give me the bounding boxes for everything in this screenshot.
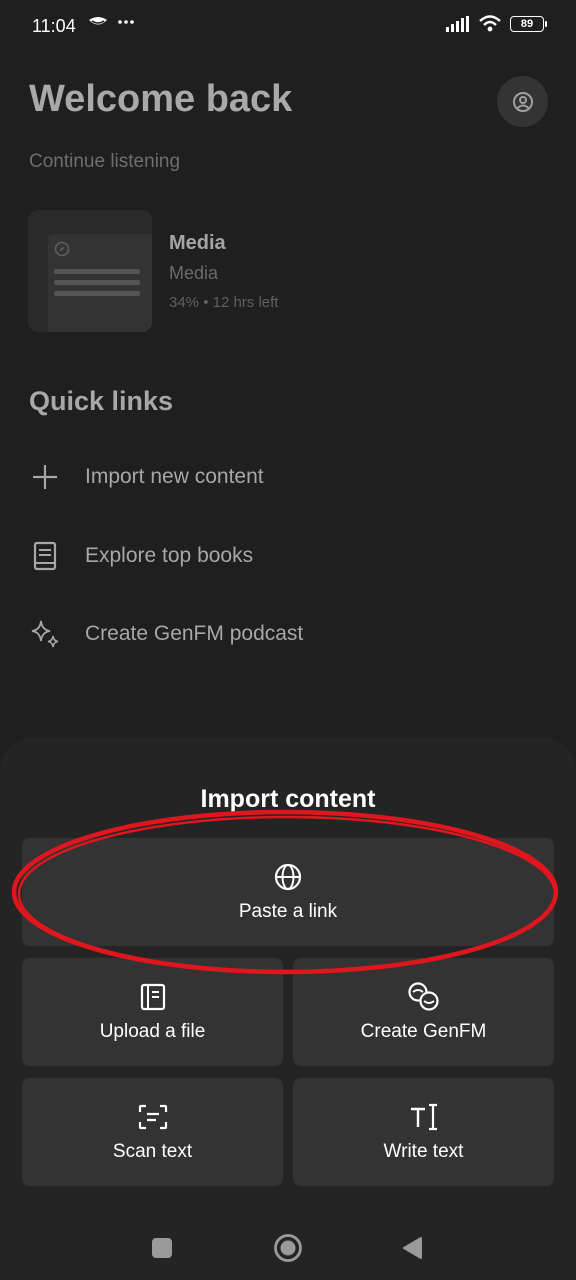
quick-link-import[interactable]: Import new content (29, 457, 264, 497)
media-subtitle: Media (169, 263, 219, 283)
home-button[interactable] (268, 1228, 308, 1268)
create-genfm-button[interactable]: Create GenFM (293, 958, 554, 1066)
media-thumbnail (28, 210, 152, 332)
scan-text-icon (138, 1102, 168, 1132)
upload-file-button[interactable]: Upload a file (22, 958, 283, 1066)
page-title: Welcome back (29, 78, 293, 120)
quick-link-label: Explore top books (85, 544, 254, 567)
continue-listening-card[interactable]: Media Media 34% • 12 hrs left (28, 210, 468, 334)
create-genfm-label: Create GenFM (360, 1020, 487, 1042)
profile-button[interactable] (497, 76, 548, 127)
write-text-label: Write text (383, 1140, 464, 1162)
sparkle-icon (29, 618, 61, 650)
back-triangle-icon (403, 1237, 422, 1259)
continue-listening-heading: Continue listening (29, 151, 181, 172)
quick-links-heading: Quick links (29, 386, 174, 416)
scan-text-label: Scan text (112, 1140, 193, 1162)
book-icon (29, 540, 61, 572)
recent-apps-button[interactable] (142, 1228, 182, 1268)
back-button[interactable] (392, 1228, 432, 1268)
scan-text-button[interactable]: Scan text (22, 1078, 283, 1186)
sheet-title: Import content (200, 785, 376, 813)
compass-icon (54, 241, 70, 257)
file-icon (140, 982, 166, 1012)
media-progress: 34% • 12 hrs left (169, 294, 279, 311)
quick-link-label: Import new content (85, 465, 264, 488)
upload-file-label: Upload a file (99, 1020, 206, 1042)
quick-link-genfm[interactable]: Create GenFM podcast (29, 614, 303, 654)
globe-icon (273, 862, 303, 892)
plus-icon (29, 461, 61, 493)
paste-link-button[interactable]: Paste a link (22, 838, 554, 946)
square-icon (152, 1238, 172, 1258)
system-nav-bar (0, 1210, 576, 1280)
home-circle-icon (274, 1234, 302, 1262)
media-title: Media (169, 232, 226, 254)
home-screen: Welcome back Continue listening Media Me… (0, 0, 576, 732)
quick-link-label: Create GenFM podcast (85, 622, 304, 645)
write-text-button[interactable]: Write text (293, 1078, 554, 1186)
paste-link-label: Paste a link (238, 900, 338, 922)
quick-link-explore-books[interactable]: Explore top books (29, 536, 253, 576)
genfm-icon (406, 981, 442, 1012)
write-text-icon (408, 1102, 440, 1132)
user-icon (512, 91, 533, 112)
